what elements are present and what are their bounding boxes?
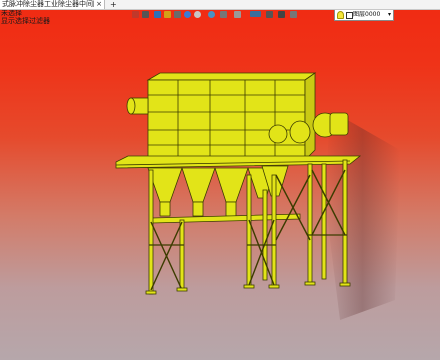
grid-icon[interactable]: [266, 11, 273, 18]
view-toolbar: [128, 9, 440, 20]
selection-filter-link[interactable]: 显示选择过滤器: [1, 17, 50, 25]
rotate-icon[interactable]: [142, 11, 149, 18]
leg-front-right: [271, 174, 277, 288]
move-icon[interactable]: [234, 11, 241, 18]
selection-status: 未选择: [1, 9, 22, 17]
hopper-3: [214, 167, 249, 203]
document-tab-title: 式脉冲除尘器工业除尘器中间除尘 2...: [2, 0, 94, 8]
zoom-icon[interactable]: [174, 11, 181, 18]
leg-rear-3: [342, 159, 348, 286]
leg-front-left: [148, 169, 154, 295]
leg-mid-2: [246, 174, 252, 288]
leg-mid-1: [179, 219, 185, 291]
document-tab-bar: 式脉冲除尘器工业除尘器中间除尘 2... × +: [0, 0, 440, 10]
stretch-icon[interactable]: [220, 11, 227, 18]
pan-icon[interactable]: [154, 11, 161, 18]
globe-icon[interactable]: [208, 11, 215, 18]
display-icon[interactable]: [250, 11, 261, 17]
box-icon[interactable]: [290, 11, 297, 18]
3d-viewport[interactable]: 式脉冲除尘器工业除尘器中间除尘 2... × + 图层0000 ▾ 未选择 显示…: [0, 0, 440, 360]
cloud-icon[interactable]: [184, 11, 191, 18]
hopper-2: [181, 167, 216, 203]
housing-front: [147, 79, 306, 161]
fan-housing-2: [289, 120, 311, 144]
paint-icon[interactable]: [164, 11, 171, 18]
leg-rear-1: [307, 163, 313, 285]
leg-rear-2: [321, 163, 327, 280]
panel-icon[interactable]: [278, 11, 285, 18]
model-shadow: [325, 110, 400, 320]
housing-side: [304, 72, 316, 161]
inlet-flange: [126, 97, 136, 115]
close-tab-icon[interactable]: ×: [96, 0, 102, 9]
fan-housing-1: [268, 124, 288, 144]
new-tab-icon[interactable]: +: [110, 0, 117, 9]
housing-roof: [146, 72, 317, 81]
sun-icon[interactable]: [194, 11, 201, 18]
document-tab[interactable]: 式脉冲除尘器工业除尘器中间除尘 2... ×: [0, 0, 105, 9]
selection-overlay: 未选择 显示选择过滤器: [1, 9, 50, 25]
orbit-icon[interactable]: [132, 11, 139, 18]
motor: [329, 112, 349, 136]
dust-collector-model: [115, 72, 400, 320]
